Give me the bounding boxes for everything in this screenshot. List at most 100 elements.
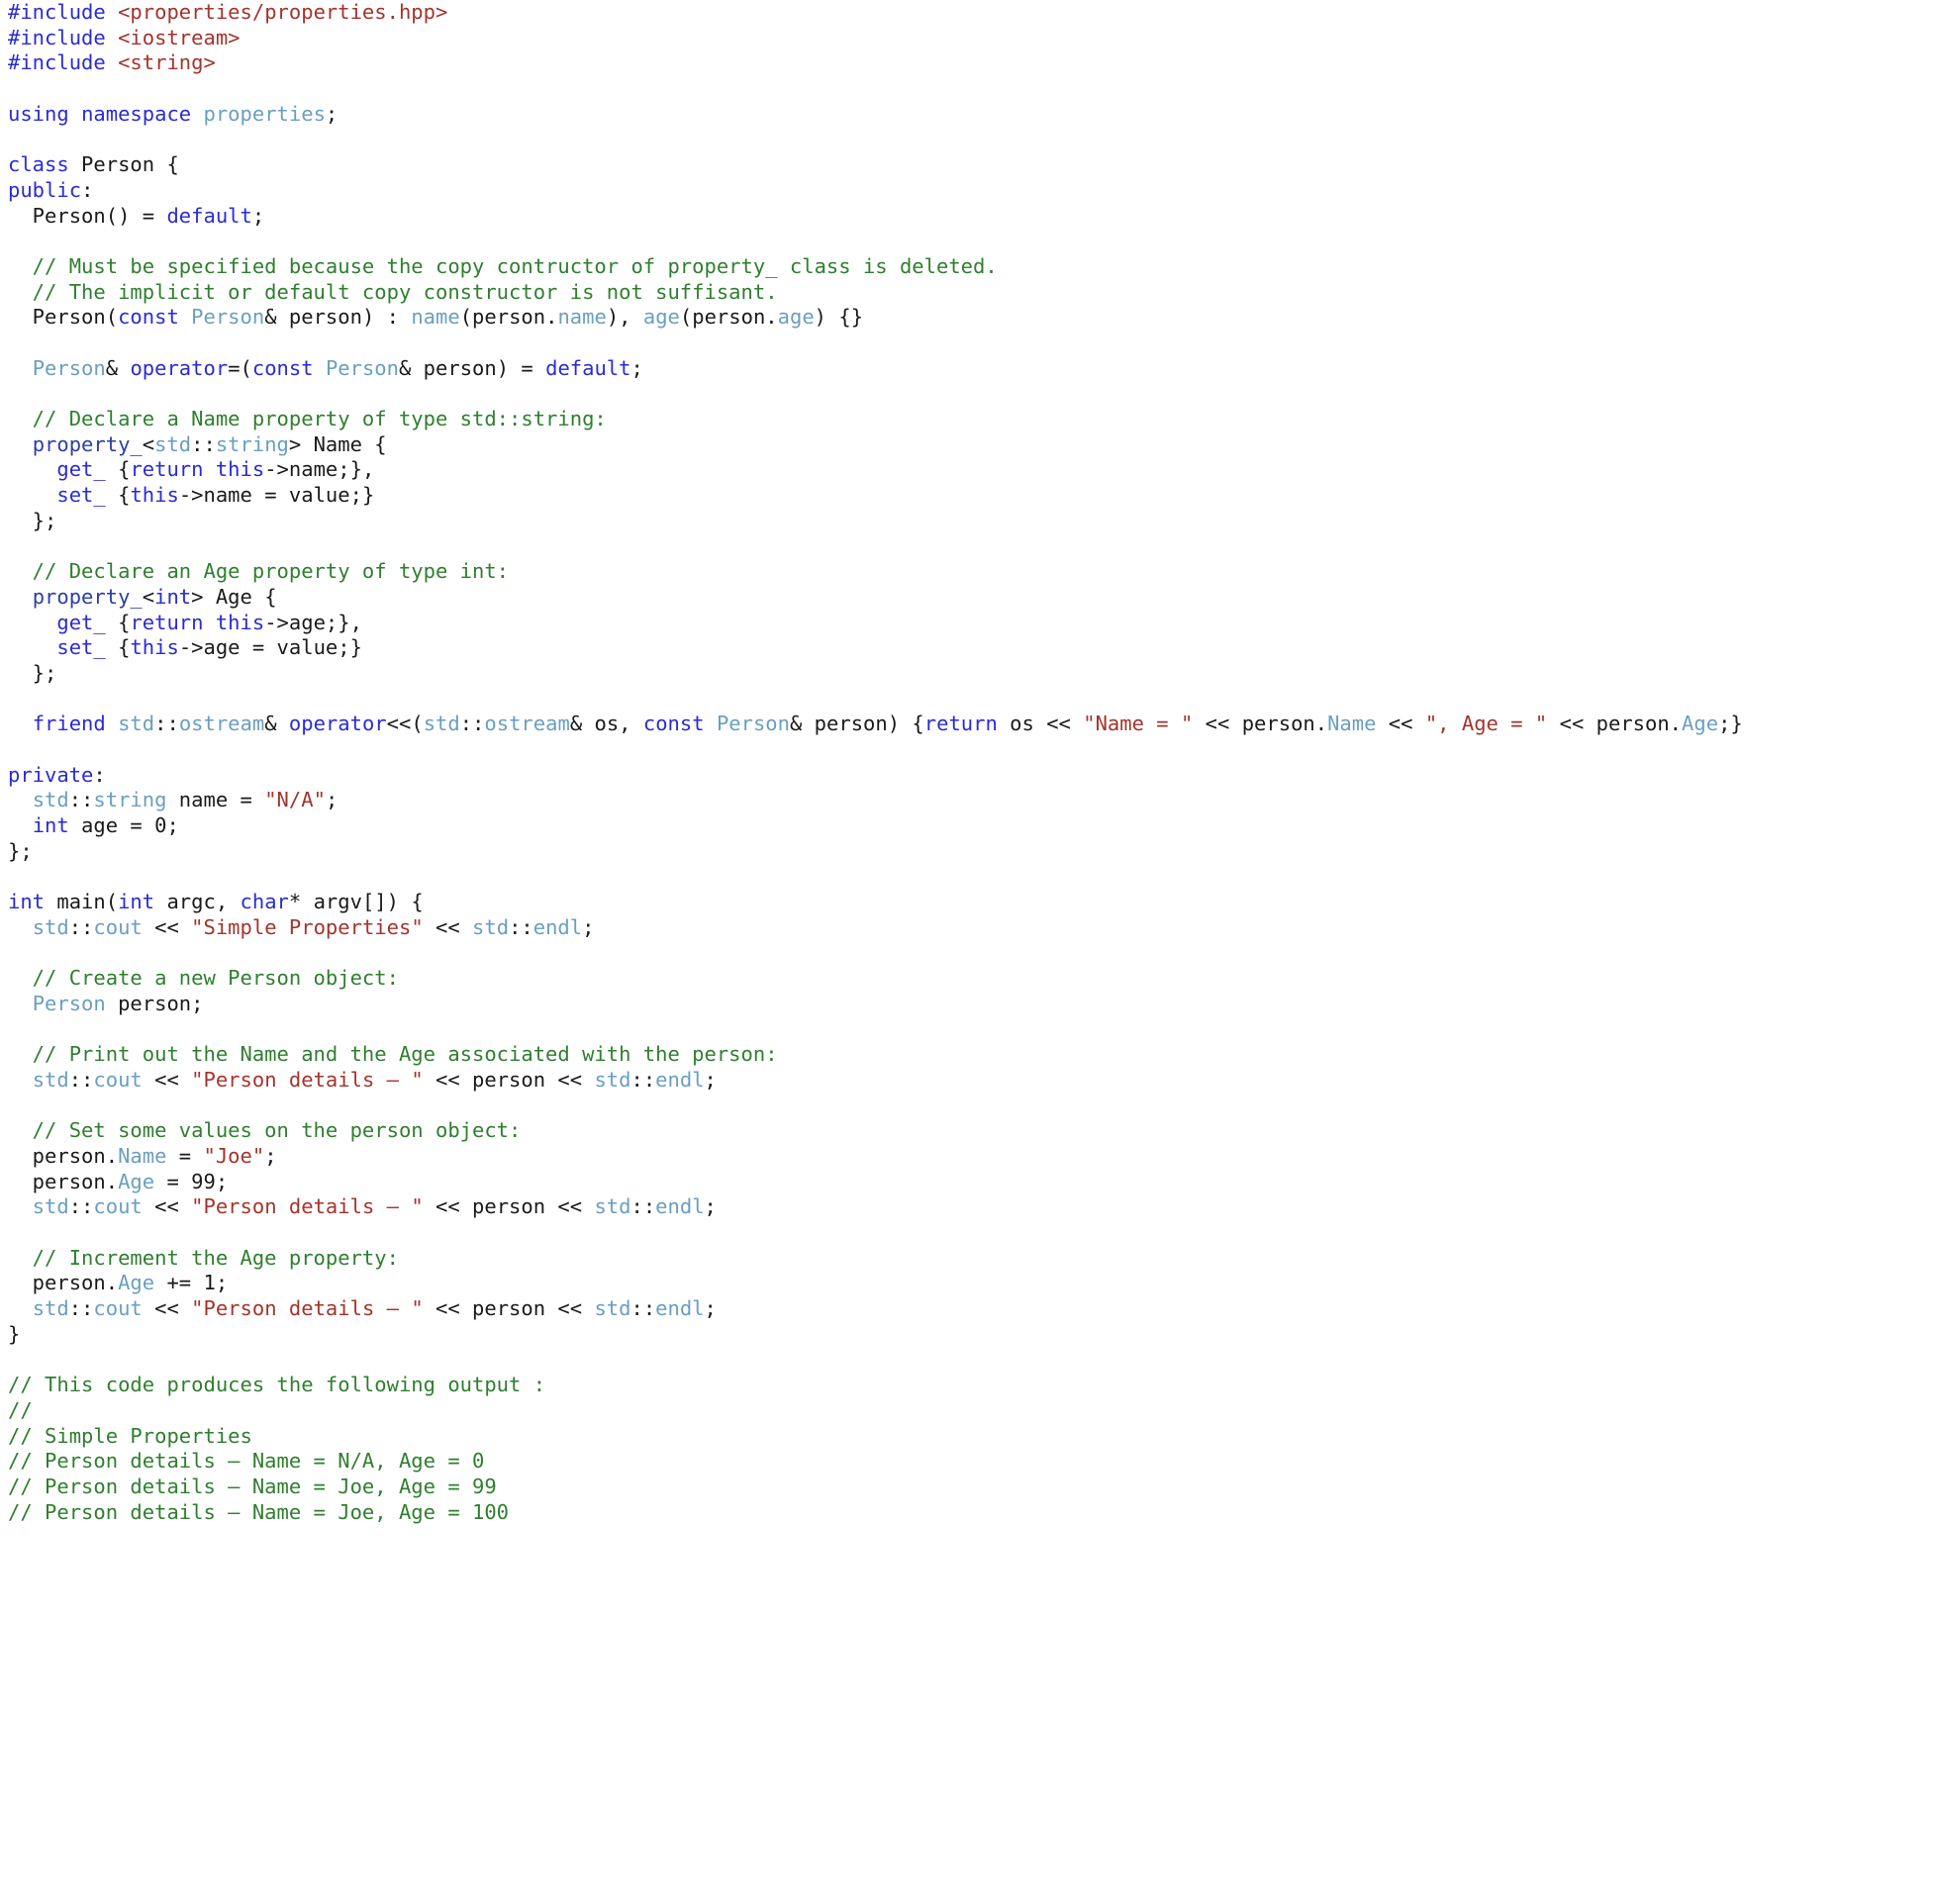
code-line: // The implicit or default copy construc… [8,280,1934,306]
code-token-typ: std [32,914,69,939]
code-token-pln [8,915,33,939]
code-token-pln: > Age { [191,584,277,609]
code-line: }; [8,839,1934,865]
code-line: Person() = default; [8,204,1934,230]
code-token-cmt: // Person details – Name = N/A, Age = 0 [8,1449,485,1474]
code-token-cmt: // Simple Properties [8,1423,252,1448]
code-token-kw: public [8,177,82,202]
code-token-typ: endl [655,1194,705,1219]
code-token-pln [204,611,216,634]
code-token-kw: return [130,457,204,482]
code-token-str: <properties/properties.hpp> [118,0,448,24]
code-token-pln: << person. [1193,712,1328,736]
code-token-kw: int [8,890,46,914]
code-line: // Declare a Name property of type std::… [8,407,1934,432]
code-token-kw: const [251,355,314,380]
code-token-typ: Name [1327,712,1377,736]
code-token-typ: ostream [484,712,570,736]
code-token-pln: ; [325,788,338,812]
code-token-kw: set_ [56,635,106,660]
code-token-pln: :: [154,712,179,736]
code-token-pln: & [105,355,131,380]
code-line: person.Age = 99; [8,1170,1934,1195]
code-token-kw: namespace [81,101,192,126]
code-token-typ: std [32,1296,69,1321]
code-token-pln: :: [509,914,533,939]
code-token-pln: < [142,584,155,609]
code-token-pln: ;} [1718,712,1743,736]
code-token-pln: ; [325,101,338,126]
code-token-pln: }; [8,660,57,685]
code-line: // Create a new Person object: [8,966,1934,992]
code-token-pln: :: [68,914,94,939]
source-code-viewer[interactable]: #include <properties/properties.hpp> #inc… [0,0,1934,1525]
code-token-pln: main( [45,890,119,914]
code-token-pln: ->name;}, [264,457,375,482]
code-token-typ: std [32,1067,69,1092]
code-line: get_ {return this->age;}, [8,611,1934,636]
code-token-typ: endl [655,1067,705,1092]
code-token-typ: cout [93,1067,143,1092]
code-token-pln: ; [264,1143,277,1168]
code-line: private: [8,763,1934,789]
code-token-str: <string> [118,50,216,75]
code-token-pln: <<( [386,712,424,736]
code-token-typ: age [642,305,680,330]
code-token-pln [191,102,203,126]
code-token-kw: return [923,712,998,736]
code-line: Person(const Person& person) : name(pers… [8,305,1934,331]
code-token-pln [106,26,118,49]
code-token-typ: std [423,712,460,736]
code-token-pln: << person. [1547,712,1683,736]
code-token-pln [8,356,33,380]
code-token-pln: << person << [423,1296,595,1321]
code-token-pln: ->age;}, [264,610,362,634]
code-token-kw: operator [130,355,229,380]
code-line: std::cout << "Person details – " << pers… [8,1068,1934,1094]
code-token-prop: property_ [32,584,143,609]
code-token-cmt: // Create a new Person object: [8,966,399,991]
code-token-kw: #include [8,25,106,49]
code-line: // This code produces the following outp… [8,1373,1934,1398]
code-token-pln [8,788,33,811]
code-token-pln: & [264,712,289,736]
code-token-typ: std [154,431,192,456]
code-token-typ: endl [655,1296,705,1321]
code-line: std::cout << "Simple Properties" << std:… [8,915,1934,941]
code-token-pln: (person. [459,305,558,330]
code-line: // Person details – Name = Joe, Age = 10… [8,1500,1934,1526]
code-token-pln: & person) : [264,305,412,330]
code-token-kw: this [130,483,179,508]
code-token-pln: :: [459,712,485,736]
code-line: property_<std::string> Name { [8,432,1934,458]
code-token-pln [106,50,118,74]
code-token-typ: std [118,712,155,736]
code-token-prop: property_ [32,431,143,456]
code-token-typ: std [472,914,510,939]
code-token-cmt: // Print out the Name and the Age associ… [8,1042,778,1067]
code-token-pln [8,813,33,837]
code-token-pln: < [142,431,155,456]
code-token-pln [106,0,118,24]
code-token-typ: std [32,788,69,812]
code-token-typ: std [32,1194,69,1219]
code-line: Person person; [8,992,1934,1017]
code-token-pln: & person) = [399,355,546,380]
code-token-pln: << [1376,712,1425,736]
code-token-kw: using [8,101,69,126]
code-line: get_ {return this->name;}, [8,457,1934,483]
code-token-pln: argc, [154,890,241,914]
code-token-pln: ; [704,1067,717,1092]
code-token-pln [204,457,216,481]
code-token-pln: ; [630,355,643,380]
code-token-pln: << [142,1194,192,1219]
code-token-str: "Simple Properties" [191,914,424,939]
code-token-str: ", Age = " [1424,712,1548,736]
code-token-kw: private [8,762,94,787]
code-line: std::cout << "Person details – " << pers… [8,1296,1934,1322]
code-token-kw: friend [32,712,106,736]
code-token-kw: return [130,610,204,634]
code-token-pln: person. [8,1169,119,1193]
